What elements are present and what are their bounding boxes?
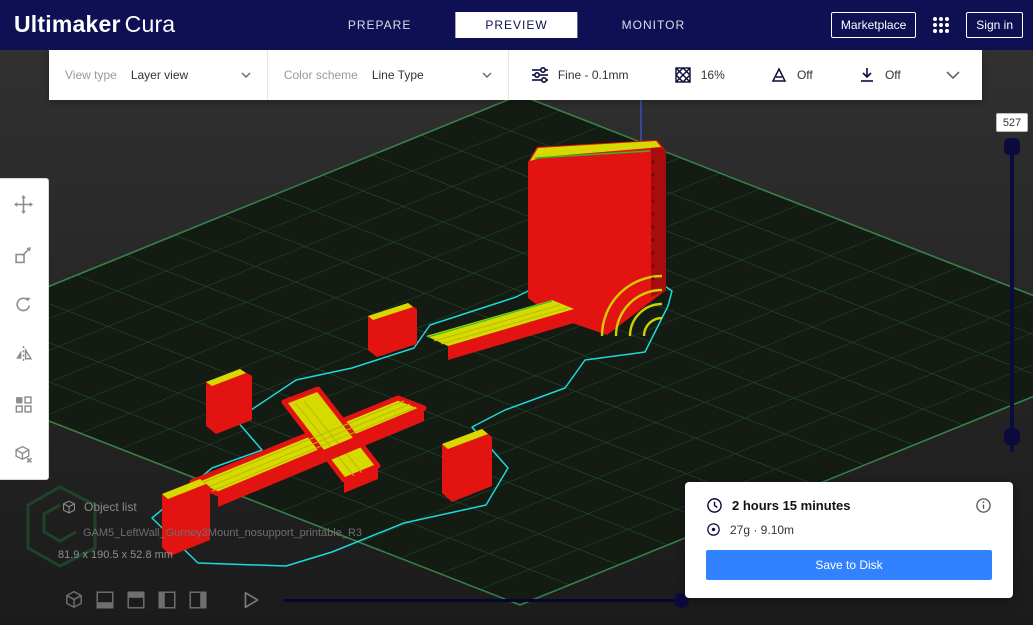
top-view-icon — [126, 590, 146, 610]
header: UltimakerCura PREPARE PREVIEW MONITOR Ma… — [0, 0, 1033, 50]
layer-slider-top-handle[interactable] — [1004, 138, 1020, 155]
model-file-name: GAM5_LeftWall_Gurney3Mount_nosupport_pri… — [83, 527, 362, 539]
rotate-tool-button[interactable] — [0, 279, 47, 329]
adhesion-value: Off — [885, 68, 901, 82]
infill-setting: 16% — [674, 66, 725, 84]
view-3d-button[interactable] — [64, 590, 84, 610]
per-model-settings-icon — [14, 395, 33, 414]
mirror-icon — [14, 345, 33, 364]
object-list: Object list GAM5_LeftWall_Gurney3Mount_n… — [62, 500, 362, 561]
clock-icon — [706, 497, 723, 514]
move-tool-button[interactable] — [0, 179, 47, 229]
view-front-button[interactable] — [95, 590, 115, 610]
tool-panel — [0, 178, 49, 480]
material-spool-icon — [706, 522, 721, 537]
view-type-value: Layer view — [131, 68, 188, 82]
3d-view-icon — [64, 590, 84, 610]
left-view-icon — [157, 590, 177, 610]
cura-window: UltimakerCura PREPARE PREVIEW MONITOR Ma… — [0, 0, 1033, 625]
adhesion-setting: Off — [858, 66, 901, 84]
app-logo: UltimakerCura — [14, 11, 175, 38]
print-summary-panel: 2 hours 15 minutes 27g · 9.10m Save to D… — [685, 482, 1013, 598]
view-top-button[interactable] — [126, 590, 146, 610]
print-time-value: 2 hours 15 minutes — [732, 498, 850, 513]
stage-tabs: PREPARE PREVIEW MONITOR — [330, 12, 703, 38]
mirror-tool-button[interactable] — [0, 329, 47, 379]
support-setting: Off — [770, 66, 813, 84]
color-scheme-dropdown[interactable]: Line Type — [372, 68, 492, 82]
material-usage-value: 27g · 9.10m — [730, 523, 794, 537]
object-list-toggle[interactable]: Object list — [62, 500, 362, 514]
view-right-button[interactable] — [188, 590, 208, 610]
color-scheme-label: Color scheme — [284, 68, 358, 82]
support-blocker-icon — [14, 445, 33, 464]
view-left-button[interactable] — [157, 590, 177, 610]
header-actions: Marketplace Sign in — [831, 0, 1023, 50]
chevron-down-icon — [241, 72, 251, 78]
view-options-toolbar: View type Layer view Color scheme Line T… — [49, 50, 982, 100]
adhesion-icon — [858, 66, 876, 84]
view-type-label: View type — [65, 68, 117, 82]
view-type-section: View type Layer view — [49, 50, 268, 100]
profile-sliders-icon — [531, 66, 549, 84]
chevron-down-icon — [482, 72, 492, 78]
model-dimensions: 81.9 x 190.5 x 52.8 mm — [58, 549, 362, 561]
profile-setting: Fine - 0.1mm — [531, 66, 629, 84]
logo-cura: Cura — [125, 11, 176, 37]
layer-number-badge: 527 — [996, 113, 1028, 132]
infill-value: 16% — [701, 68, 725, 82]
support-blocker-tool-button[interactable] — [0, 429, 47, 479]
infill-icon — [674, 66, 692, 84]
tab-preview[interactable]: PREVIEW — [455, 12, 577, 38]
per-model-settings-tool-button[interactable] — [0, 379, 47, 429]
marketplace-button[interactable]: Marketplace — [831, 12, 916, 38]
object-list-title: Object list — [84, 500, 137, 514]
simulation-scrubber-track[interactable] — [283, 599, 687, 602]
tab-monitor[interactable]: MONITOR — [604, 12, 703, 38]
scale-icon — [14, 245, 33, 264]
color-scheme-section: Color scheme Line Type — [268, 50, 509, 100]
color-scheme-value: Line Type — [372, 68, 424, 82]
view-type-dropdown[interactable]: Layer view — [131, 68, 251, 82]
logo-ultimaker: Ultimaker — [14, 11, 121, 37]
rotate-icon — [14, 295, 33, 314]
playback-bar — [64, 590, 687, 610]
layer-slider-track[interactable] — [1010, 140, 1014, 452]
print-time-row: 2 hours 15 minutes — [706, 497, 992, 514]
profile-value: Fine - 0.1mm — [558, 68, 629, 82]
tab-prepare[interactable]: PREPARE — [330, 12, 429, 38]
info-icon[interactable] — [975, 497, 992, 514]
front-view-icon — [95, 590, 115, 610]
support-icon — [770, 66, 788, 84]
material-usage-row: 27g · 9.10m — [706, 522, 992, 537]
play-icon — [241, 590, 261, 610]
move-icon — [14, 195, 33, 214]
scale-tool-button[interactable] — [0, 229, 47, 279]
print-settings-summary[interactable]: Fine - 0.1mm 16% Off Off — [509, 50, 982, 100]
layer-slider-bottom-handle[interactable] — [1004, 428, 1020, 445]
expand-chevron-down-icon[interactable] — [946, 71, 960, 80]
cube-icon — [62, 500, 76, 514]
apps-grid-icon[interactable] — [931, 15, 951, 35]
support-value: Off — [797, 68, 813, 82]
save-to-disk-button[interactable]: Save to Disk — [706, 550, 992, 580]
sign-in-button[interactable]: Sign in — [966, 12, 1023, 38]
simulation-play-button[interactable] — [241, 590, 261, 610]
right-view-icon — [188, 590, 208, 610]
